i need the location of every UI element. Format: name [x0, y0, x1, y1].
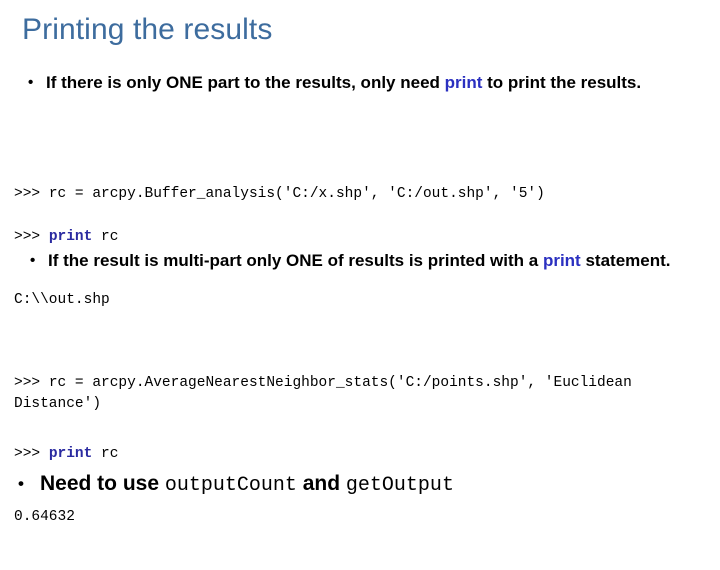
code-prompt: >>>	[14, 446, 49, 462]
code-output-line: 0.64632	[14, 509, 75, 525]
bullet-three-text: Need to use outputCount and getOutput	[40, 470, 698, 500]
bullet-one-segment-2: to print the results.	[482, 73, 642, 92]
bullet-two-segment-0: If the result is multi-part only ONE of …	[48, 251, 543, 270]
bullet-three-segment-0: Need to use	[40, 472, 165, 495]
bullet-marker-icon: •	[18, 474, 24, 493]
code-statement: rc	[92, 229, 119, 245]
bullet-three-segment-2: and	[296, 472, 346, 495]
bullet-item-three: • Need to use outputCount and getOutput	[18, 470, 698, 500]
code-line: >>> print rc	[14, 444, 704, 465]
code-keyword-print: print	[48, 229, 93, 245]
bullet-one-segment-0: If there is only ONE part to the results…	[46, 73, 445, 92]
bullet-item-two: • If the result is multi-part only ONE o…	[30, 250, 686, 272]
bullet-two-text: If the result is multi-part only ONE of …	[48, 250, 686, 272]
code-prompt: >>>	[14, 375, 49, 391]
page-title: Printing the results	[22, 13, 273, 46]
code-output-line: C:\\out.shp	[14, 292, 110, 308]
bullet-one-text: If there is only ONE part to the results…	[46, 72, 676, 94]
code-statement: rc	[92, 446, 119, 462]
bullet-marker-icon: •	[30, 252, 36, 269]
bullet-item-one: • If there is only ONE part to the resul…	[28, 72, 676, 94]
code-keyword-print: print	[48, 446, 93, 462]
bullet-marker-icon: •	[28, 74, 34, 91]
bullet-two-segment-2: statement.	[580, 251, 671, 270]
bullet-one-keyword-print: print	[444, 73, 483, 92]
code-prompt: >>>	[14, 229, 49, 245]
bullet-two-keyword-print: print	[542, 251, 581, 270]
slide-canvas: Printing the results • If there is only …	[0, 0, 720, 540]
bullet-three-mono-output-count: outputCount	[164, 474, 297, 497]
bullet-three-mono-get-output: getOutput	[345, 474, 454, 497]
code-line: >>> print rc	[14, 227, 704, 248]
